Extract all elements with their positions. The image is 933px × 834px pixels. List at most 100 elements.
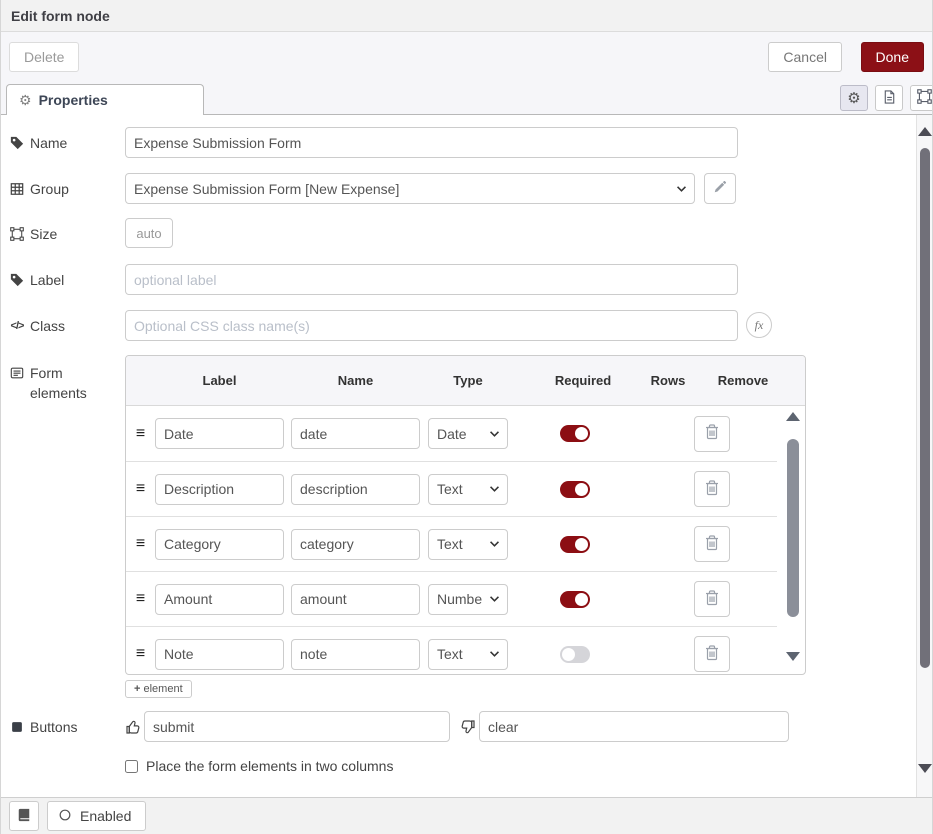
properties-panel-button[interactable]: ⚙ bbox=[840, 85, 868, 111]
submit-button-label-input[interactable] bbox=[144, 711, 450, 742]
table-icon bbox=[9, 182, 25, 196]
delete-element-button[interactable] bbox=[694, 581, 730, 617]
class-input[interactable] bbox=[125, 310, 738, 341]
element-label-input[interactable] bbox=[155, 584, 284, 615]
gear-icon: ⚙ bbox=[847, 91, 860, 106]
group-field-row: Group Expense Submission Form [New Expen… bbox=[9, 173, 916, 204]
dialog-titlebar: Edit form node bbox=[1, 0, 932, 32]
tab-properties[interactable]: ⚙ Properties bbox=[6, 84, 204, 115]
pencil-icon bbox=[713, 180, 727, 197]
size-field-label: Size bbox=[9, 218, 125, 249]
scroll-up-icon[interactable] bbox=[918, 127, 932, 136]
required-toggle[interactable] bbox=[560, 591, 590, 608]
drag-handle-icon[interactable]: ≡ bbox=[126, 535, 155, 553]
clear-button-label-input[interactable] bbox=[479, 711, 789, 742]
tag-icon bbox=[9, 136, 25, 150]
properties-panel: Name Group Expense Submission Form [New … bbox=[1, 115, 916, 797]
panel-scrollbar[interactable] bbox=[916, 115, 932, 797]
trash-icon bbox=[705, 480, 719, 499]
scroll-down-icon[interactable] bbox=[918, 764, 932, 773]
buttons-field-row: Buttons bbox=[9, 711, 916, 742]
element-name-input[interactable] bbox=[291, 529, 420, 560]
scrollbar-thumb[interactable] bbox=[920, 148, 930, 668]
element-type-select[interactable]: Text bbox=[428, 529, 508, 560]
trash-icon bbox=[705, 645, 719, 664]
element-type-select[interactable]: Number bbox=[428, 584, 508, 615]
delete-element-button[interactable] bbox=[694, 471, 730, 507]
trash-icon bbox=[705, 424, 719, 443]
class-field-row: </> Class fx bbox=[9, 310, 916, 341]
form-element-row: ≡ Text bbox=[126, 461, 777, 516]
column-header-label: Label bbox=[155, 373, 284, 388]
circle-icon bbox=[58, 808, 72, 825]
tag-icon bbox=[9, 273, 25, 287]
drag-handle-icon[interactable]: ≡ bbox=[126, 425, 155, 443]
form-elements-rows: ≡ Date ≡ Text bbox=[126, 406, 805, 674]
form-element-row: ≡ Date bbox=[126, 406, 777, 461]
form-elements-table-header: Label Name Type Required Rows Remove bbox=[126, 356, 805, 406]
two-columns-checkbox[interactable] bbox=[125, 760, 138, 773]
edit-group-button[interactable] bbox=[704, 173, 736, 204]
cancel-button[interactable]: Cancel bbox=[768, 42, 842, 72]
thumbs-up-icon bbox=[125, 711, 141, 742]
element-label-input[interactable] bbox=[155, 529, 284, 560]
element-type-select[interactable]: Date bbox=[428, 418, 508, 449]
required-toggle[interactable] bbox=[560, 646, 590, 663]
name-input[interactable] bbox=[125, 127, 738, 158]
form-elements-label: Form elements bbox=[9, 355, 125, 675]
element-name-input[interactable] bbox=[291, 584, 420, 615]
column-header-type: Type bbox=[428, 373, 508, 388]
two-columns-label: Place the form elements in two columns bbox=[146, 758, 393, 774]
done-button[interactable]: Done bbox=[861, 42, 924, 72]
delete-button[interactable]: Delete bbox=[9, 42, 79, 72]
trash-icon bbox=[705, 535, 719, 554]
scrollbar-thumb[interactable] bbox=[787, 439, 799, 617]
required-toggle[interactable] bbox=[560, 425, 590, 442]
label-input[interactable] bbox=[125, 264, 738, 295]
add-element-button[interactable]: + element bbox=[125, 680, 192, 698]
drag-handle-icon[interactable]: ≡ bbox=[126, 645, 155, 663]
delete-element-button[interactable] bbox=[694, 526, 730, 562]
node-help-button[interactable] bbox=[9, 801, 39, 831]
fx-expand-button[interactable]: fx bbox=[746, 312, 772, 338]
drag-handle-icon[interactable]: ≡ bbox=[126, 590, 155, 608]
tab-properties-label: Properties bbox=[39, 92, 108, 108]
drag-handle-icon[interactable]: ≡ bbox=[126, 480, 155, 498]
form-element-row: ≡ Text bbox=[126, 516, 777, 571]
element-type-select[interactable]: Text bbox=[428, 474, 508, 505]
label-field-row: Label bbox=[9, 264, 916, 295]
buttons-field-label: Buttons bbox=[9, 711, 125, 742]
node-enabled-toggle[interactable]: Enabled bbox=[47, 801, 146, 831]
delete-element-button[interactable] bbox=[694, 416, 730, 452]
element-label-input[interactable] bbox=[155, 474, 284, 505]
book-icon bbox=[17, 808, 31, 825]
element-name-input[interactable] bbox=[291, 474, 420, 505]
group-field-label: Group bbox=[9, 173, 125, 204]
appearance-panel-button[interactable] bbox=[910, 85, 933, 111]
required-toggle[interactable] bbox=[560, 481, 590, 498]
scroll-up-icon[interactable] bbox=[786, 412, 800, 421]
form-elements-row: Form elements Label Name Type Required R… bbox=[9, 355, 916, 675]
element-name-input[interactable] bbox=[291, 639, 420, 670]
element-label-input[interactable] bbox=[155, 639, 284, 670]
label-field-label: Label bbox=[9, 264, 125, 295]
size-value-button[interactable]: auto bbox=[125, 218, 173, 248]
code-icon: </> bbox=[9, 320, 25, 332]
gear-icon: ⚙ bbox=[19, 93, 32, 107]
table-scrollbar[interactable] bbox=[785, 406, 801, 674]
delete-element-button[interactable] bbox=[694, 636, 730, 672]
group-select[interactable]: Expense Submission Form [New Expense] bbox=[125, 173, 695, 204]
element-name-input[interactable] bbox=[291, 418, 420, 449]
element-type-select[interactable]: Text bbox=[428, 639, 508, 670]
description-panel-button[interactable] bbox=[875, 85, 903, 111]
form-elements-table: Label Name Type Required Rows Remove ≡ D… bbox=[125, 355, 806, 675]
object-group-icon bbox=[9, 227, 25, 241]
element-label-input[interactable] bbox=[155, 418, 284, 449]
scroll-down-icon[interactable] bbox=[786, 652, 800, 661]
dialog-title: Edit form node bbox=[11, 8, 110, 24]
dialog-footer: Enabled bbox=[1, 797, 932, 834]
column-header-name: Name bbox=[291, 373, 420, 388]
required-toggle[interactable] bbox=[560, 536, 590, 553]
column-header-required: Required bbox=[528, 373, 638, 388]
name-field-row: Name bbox=[9, 127, 916, 158]
